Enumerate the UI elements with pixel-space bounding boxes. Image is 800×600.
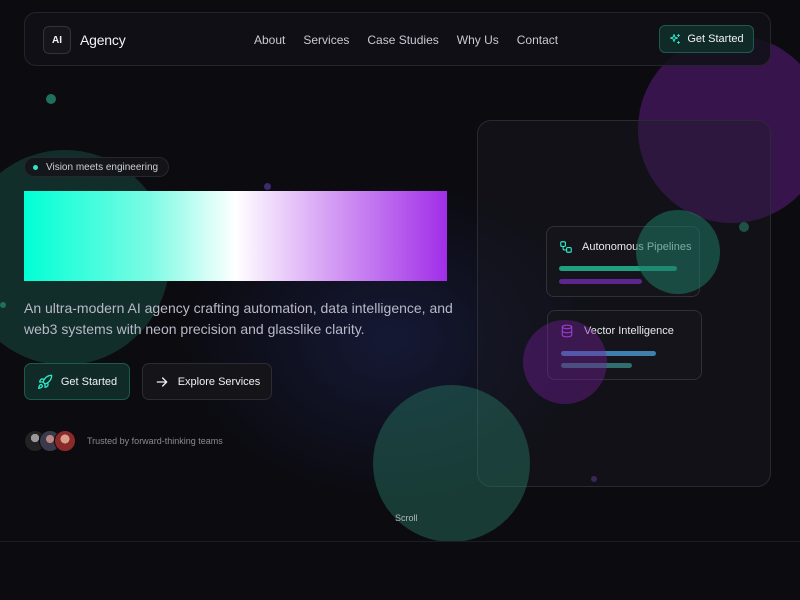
- decorative-dot: [264, 183, 271, 190]
- feature-card-title: Vector Intelligence: [584, 325, 674, 337]
- arrow-right-icon: [156, 376, 168, 387]
- nav-link-why-us[interactable]: Why Us: [457, 33, 499, 47]
- rocket-icon: [37, 374, 53, 389]
- progress-bar: [561, 351, 656, 356]
- workflow-icon: [560, 241, 572, 253]
- hero-get-started-button[interactable]: Get Started: [24, 363, 130, 400]
- scroll-indicator[interactable]: Scroll: [395, 513, 418, 523]
- decorative-dot: [46, 94, 56, 104]
- nav-link-case-studies[interactable]: Case Studies: [367, 33, 438, 47]
- badge-dot-icon: [33, 164, 38, 170]
- database-icon: [561, 324, 573, 338]
- logo-text: AI: [52, 34, 62, 46]
- nav-link-services[interactable]: Services: [303, 33, 349, 47]
- explore-services-label: Explore Services: [177, 375, 261, 388]
- hero-badge: Vision meets engineering: [24, 157, 170, 177]
- nav-link-about[interactable]: About: [254, 33, 285, 47]
- nav-links: About Services Case Studies Why Us Conta…: [254, 33, 576, 47]
- hero-get-started-label: Get Started: [60, 375, 118, 388]
- header-get-started-label: Get Started: [687, 33, 744, 45]
- explore-services-button[interactable]: Explore Services: [142, 363, 272, 400]
- progress-bar: [559, 266, 677, 271]
- brand-name[interactable]: Agency: [80, 32, 126, 48]
- progress-bar: [559, 279, 642, 284]
- section-divider: [0, 541, 800, 542]
- feature-card-title: Autonomous Pipelines: [582, 241, 692, 253]
- feature-card-vector-intelligence: Vector Intelligence: [547, 310, 702, 380]
- nav-link-contact[interactable]: Contact: [517, 33, 558, 47]
- feature-card-autonomous-pipelines: Autonomous Pipelines: [546, 226, 700, 297]
- hero-badge-text: Vision meets engineering: [46, 161, 159, 173]
- decorative-dot: [0, 302, 6, 308]
- trusted-text: Trusted by forward-thinking teams: [87, 436, 223, 446]
- hero-subtitle: An ultra-modern AI agency crafting autom…: [24, 300, 453, 337]
- sparkles-icon: [670, 34, 681, 44]
- avatar: [54, 430, 76, 452]
- progress-bar: [561, 363, 632, 368]
- glass-panel: [477, 120, 771, 487]
- top-navigation: AI Agency About Services Case Studies Wh…: [24, 12, 771, 66]
- avatar-group: [24, 430, 76, 452]
- logo[interactable]: AI: [43, 26, 71, 54]
- header-get-started-button[interactable]: Get Started: [659, 25, 754, 53]
- hero-gradient-banner: [24, 191, 447, 281]
